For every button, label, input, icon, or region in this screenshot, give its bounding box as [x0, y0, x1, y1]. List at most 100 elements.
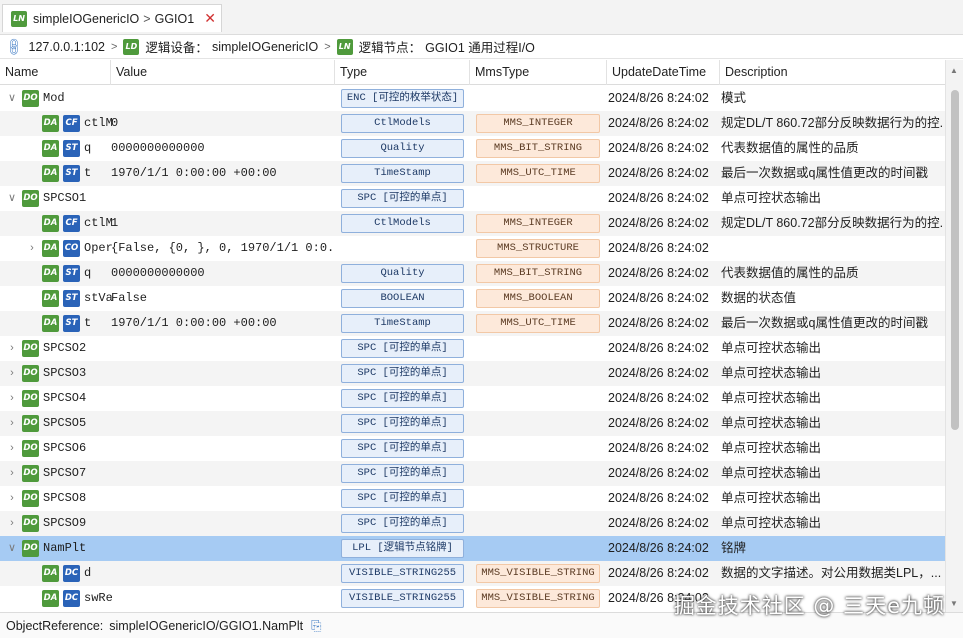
node-name: t — [84, 316, 92, 330]
table-row[interactable]: › DO SPCSO9 SPC [可控的单点] 2024/8/26 8:24:02 单点可… — [0, 511, 945, 536]
table-row[interactable]: DACF ctlModel1 CtlModels MMS_INTEGER 2024/8/… — [0, 211, 945, 236]
node-name: stVal — [84, 291, 113, 305]
update-time: 2024/8/26 8:24:02 — [608, 441, 709, 455]
table-row[interactable]: ∨ DO SPCSO1 SPC [可控的单点] 2024/8/26 8:24:02 单点可… — [0, 186, 945, 211]
node-name: d — [84, 566, 92, 580]
table-row[interactable]: › DO SPCSO6 SPC [可控的单点] 2024/8/26 8:24:02 单点可… — [0, 436, 945, 461]
chevron-right-icon[interactable]: › — [26, 236, 38, 261]
chevron-down-icon[interactable]: ∨ — [6, 536, 18, 561]
close-icon[interactable]: ✕ — [204, 10, 216, 27]
chevron-right-icon[interactable]: › — [6, 411, 18, 436]
column-header-updatedatetime[interactable]: UpdateDateTime — [607, 60, 720, 85]
mms-type-badge: MMS_STRUCTURE — [476, 239, 600, 258]
description: 单点可控状态输出 — [721, 366, 822, 380]
node-value[interactable]: 1970/1/1 0:00:00 +00:00 — [111, 311, 335, 336]
scroll-up-icon[interactable]: ▲ — [950, 66, 958, 75]
table-row[interactable]: DA ST t 1970/1/1 0:00:00 +00:00 TimeStamp MMS… — [0, 161, 945, 186]
tab-separator: > — [143, 11, 151, 26]
update-time: 2024/8/26 8:24:02 — [608, 141, 709, 155]
node-name: SPCSO3 — [43, 366, 87, 380]
do-icon: DO — [22, 465, 39, 482]
da-icon: DA — [42, 315, 59, 332]
node-value[interactable]: 1970/1/1 0:00:00 +00:00 — [111, 161, 335, 186]
type-badge: SPC [可控的单点] — [341, 464, 464, 483]
column-header-value[interactable]: Value — [111, 60, 335, 85]
node-value[interactable]: {False, {0, }, 0, 1970/1/1 0:0... — [111, 236, 335, 261]
chevron-down-icon[interactable]: ∨ — [6, 186, 18, 211]
scrollbar-thumb[interactable] — [951, 90, 959, 430]
node-value[interactable]: False — [111, 286, 335, 311]
type-badge: BOOLEAN — [341, 289, 464, 308]
do-icon: DO — [22, 415, 39, 432]
chevron-down-icon[interactable]: ∨ — [6, 86, 18, 111]
node-name: Mod — [43, 91, 65, 105]
node-name: ctlModel — [84, 216, 113, 230]
column-header-name[interactable]: Name — [0, 60, 111, 85]
chevron-right-icon: > — [324, 40, 331, 53]
scroll-down-icon[interactable]: ▼ — [950, 599, 958, 608]
type-badge: CtlModels — [341, 214, 464, 233]
breadcrumb: 🔗︎ 127.0.0.1:102 > LD 逻辑设备： simpleIOGene… — [0, 35, 963, 59]
column-header-mmstype[interactable]: MmsType — [470, 60, 607, 85]
table-row[interactable]: DAST stValFalse BOOLEAN MMS_BOOLEAN 2024/8/2… — [0, 286, 945, 311]
table-row[interactable]: DA ST t 1970/1/1 0:00:00 +00:00 TimeStamp MMS… — [0, 311, 945, 336]
table-row[interactable]: › DO SPCSO4 SPC [可控的单点] 2024/8/26 8:24:02 单点可… — [0, 386, 945, 411]
table-row[interactable]: DA DC d VISIBLE_STRING255 MMS_VISIBLE_STRING… — [0, 561, 945, 586]
node-name: swRev — [84, 591, 113, 605]
da-icon: DA — [42, 165, 59, 182]
table-header: Name Value Type MmsType UpdateDateTime D… — [0, 60, 945, 85]
vertical-scrollbar[interactable]: ▲ ▼ — [945, 60, 963, 612]
node-value[interactable]: 0 — [111, 111, 335, 136]
chevron-right-icon[interactable]: › — [6, 336, 18, 361]
table-row[interactable]: DA ST q 0000000000000 Quality MMS_BIT_STRING 2… — [0, 261, 945, 286]
node-value[interactable]: 0000000000000 — [111, 136, 335, 161]
da-icon: DA — [42, 290, 59, 307]
table-row[interactable]: ∨ DO Mod ENC [可控的枚举状态] 2024/8/26 8:24:02 模式 — [0, 86, 945, 111]
table-row[interactable]: › DO SPCSO8 SPC [可控的单点] 2024/8/26 8:24:02 单点可… — [0, 486, 945, 511]
column-header-description[interactable]: Description — [720, 60, 945, 85]
table-row[interactable]: › DO SPCSO3 SPC [可控的单点] 2024/8/26 8:24:02 单点可… — [0, 361, 945, 386]
column-header-type[interactable]: Type — [335, 60, 470, 85]
update-time: 2024/8/26 8:24:02 — [608, 116, 709, 130]
update-time: 2024/8/26 8:24:02 — [608, 566, 709, 580]
description: 单点可控状态输出 — [721, 466, 822, 480]
description — [721, 236, 943, 261]
dc-icon: DC — [63, 590, 80, 607]
table-row[interactable]: › DO SPCSO2 SPC [可控的单点] 2024/8/26 8:24:02 单点可… — [0, 336, 945, 361]
node-name: SPCSO1 — [43, 191, 87, 205]
node-value[interactable]: 0000000000000 — [111, 261, 335, 286]
type-badge: CtlModels — [341, 114, 464, 133]
da-icon: DA — [42, 240, 59, 257]
chevron-right-icon[interactable]: › — [6, 361, 18, 386]
type-badge: TimeStamp — [341, 314, 464, 333]
update-time: 2024/8/26 8:24:02 — [608, 516, 709, 530]
chevron-right-icon[interactable]: › — [6, 386, 18, 411]
table-row[interactable]: › DO SPCSO5 SPC [可控的单点] 2024/8/26 8:24:02 单点可… — [0, 411, 945, 436]
table-row[interactable]: DACF ctlModel0 CtlModels MMS_INTEGER 2024/8/… — [0, 111, 945, 136]
table-row[interactable]: ∨ DO NamPlt LPL [逻辑节点铭牌] 2024/8/26 8:24:02 铭牌 — [0, 536, 945, 561]
st-icon: ST — [63, 165, 80, 182]
description: 单点可控状态输出 — [721, 491, 822, 505]
mms-type-badge: MMS_BOOLEAN — [476, 289, 600, 308]
ln-icon: LN — [336, 38, 353, 55]
chevron-right-icon[interactable]: › — [6, 436, 18, 461]
table-row[interactable]: › DA CO Oper {False, {0, }, 0, 1970/1/1 0:0.… — [0, 236, 945, 261]
da-icon: DA — [42, 565, 59, 582]
copy-icon[interactable]: ⎘ — [311, 618, 321, 634]
breadcrumb-device-label: 逻辑设备： — [145, 41, 208, 55]
do-icon: DO — [22, 515, 39, 532]
chevron-right-icon[interactable]: › — [6, 511, 18, 536]
chevron-right-icon[interactable]: › — [6, 486, 18, 511]
table-row[interactable]: › DO SPCSO7 SPC [可控的单点] 2024/8/26 8:24:02 单点可… — [0, 461, 945, 486]
node-value[interactable]: 1 — [111, 211, 335, 236]
node-name: SPCSO4 — [43, 391, 87, 405]
table-row[interactable]: DA ST q 0000000000000 Quality MMS_BIT_STRING 2… — [0, 136, 945, 161]
breadcrumb-device[interactable]: simpleIOGenericIO — [212, 40, 318, 54]
breadcrumb-node[interactable]: GGIO1 通用过程I/O — [425, 37, 535, 56]
breadcrumb-host[interactable]: 127.0.0.1:102 — [29, 40, 105, 54]
da-icon: DA — [42, 265, 59, 282]
type-badge: SPC [可控的单点] — [341, 189, 464, 208]
tab-ggio1[interactable]: LN simpleIOGenericIO > GGIO1 ✕ — [2, 4, 222, 32]
chevron-right-icon[interactable]: › — [6, 461, 18, 486]
do-icon: DO — [22, 190, 39, 207]
